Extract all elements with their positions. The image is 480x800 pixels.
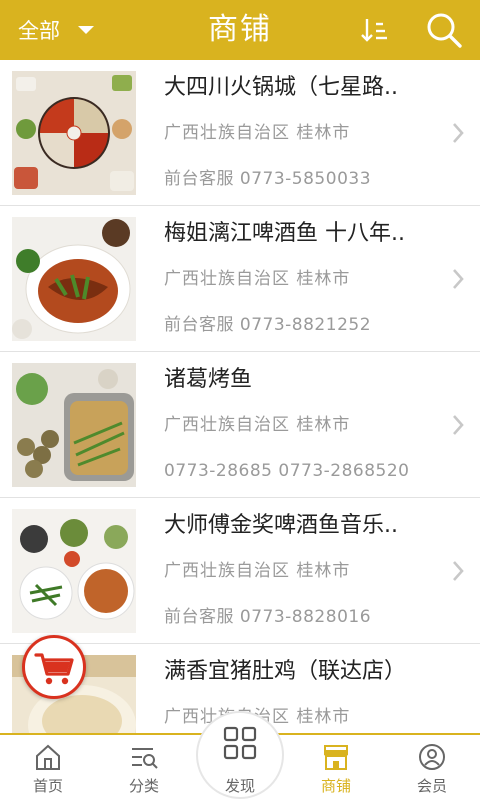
cart-button[interactable] (22, 635, 86, 699)
nav-home[interactable]: 首页 (0, 735, 96, 800)
nav-category-label: 分类 (128, 777, 159, 795)
store-contact: 前台客服 0773-8828016 (164, 607, 372, 627)
search-button[interactable] (424, 10, 464, 50)
store-thumbnail (12, 509, 136, 633)
store-list-item[interactable]: 诸葛烤鱼 广西壮族自治区 桂林市 0773-28685 0773-2868520 (0, 352, 480, 498)
sort-icon (361, 19, 387, 42)
nav-stores[interactable]: 商铺 (288, 735, 384, 800)
nav-category[interactable]: 分类 (96, 735, 192, 800)
store-name: 诸葛烤鱼 (164, 367, 253, 392)
store-region: 广西壮族自治区 桂林市 (164, 123, 351, 143)
store-list-item[interactable]: 大四川火锅城（七星路.. 广西壮族自治区 桂林市 前台客服 0773-58500… (0, 60, 480, 206)
store-region: 广西壮族自治区 桂林市 (164, 415, 351, 435)
nav-discover-label: 发现 (224, 777, 255, 795)
store-name: 大师傅金奖啤酒鱼音乐.. (164, 513, 398, 538)
nav-stores-label: 商铺 (320, 777, 351, 795)
store-name: 梅姐漓江啤酒鱼 十八年.. (164, 221, 405, 246)
store-list-item[interactable]: 大师傅金奖啤酒鱼音乐.. 广西壮族自治区 桂林市 前台客服 0773-88280… (0, 498, 480, 644)
store-contact: 前台客服 0773-8821252 (164, 315, 372, 335)
store-region: 广西壮族自治区 桂林市 (164, 269, 351, 289)
nav-member-label: 会员 (416, 777, 447, 795)
chevron-right-icon (453, 123, 464, 143)
cart-icon (34, 653, 74, 685)
sort-button[interactable] (356, 12, 392, 48)
nav-home-label: 首页 (32, 777, 63, 795)
store-contact: 0773-28685 0773-2868520 (164, 461, 410, 481)
store-thumbnail (12, 363, 136, 487)
chevron-down-icon (78, 26, 94, 34)
category-filter-dropdown[interactable]: 全部 (18, 14, 94, 46)
store-contact: 前台客服 0773-5850033 (164, 169, 372, 189)
store-icon (324, 745, 348, 770)
store-thumbnail (12, 217, 136, 341)
store-list[interactable]: 大四川火锅城（七星路.. 广西壮族自治区 桂林市 前台客服 0773-58500… (0, 60, 480, 733)
discover-icon (223, 726, 257, 760)
chevron-right-icon (453, 269, 464, 289)
member-icon (419, 744, 445, 770)
store-region: 广西壮族自治区 桂林市 (164, 561, 351, 581)
chevron-right-icon (453, 415, 464, 435)
home-icon (36, 744, 60, 770)
chevron-right-icon (453, 561, 464, 581)
top-bar: 全部 商铺 (0, 0, 480, 60)
store-name: 满香宜猪肚鸡（联达店） (164, 659, 407, 684)
category-icon (132, 748, 158, 769)
store-thumbnail (12, 71, 136, 195)
store-name: 大四川火锅城（七星路.. (164, 75, 398, 100)
search-icon (427, 13, 462, 48)
store-list-item[interactable]: 梅姐漓江啤酒鱼 十八年.. 广西壮族自治区 桂林市 前台客服 0773-8821… (0, 206, 480, 352)
nav-member[interactable]: 会员 (384, 735, 480, 800)
category-filter-label: 全部 (18, 19, 60, 43)
nav-discover[interactable]: 发现 (196, 711, 284, 799)
